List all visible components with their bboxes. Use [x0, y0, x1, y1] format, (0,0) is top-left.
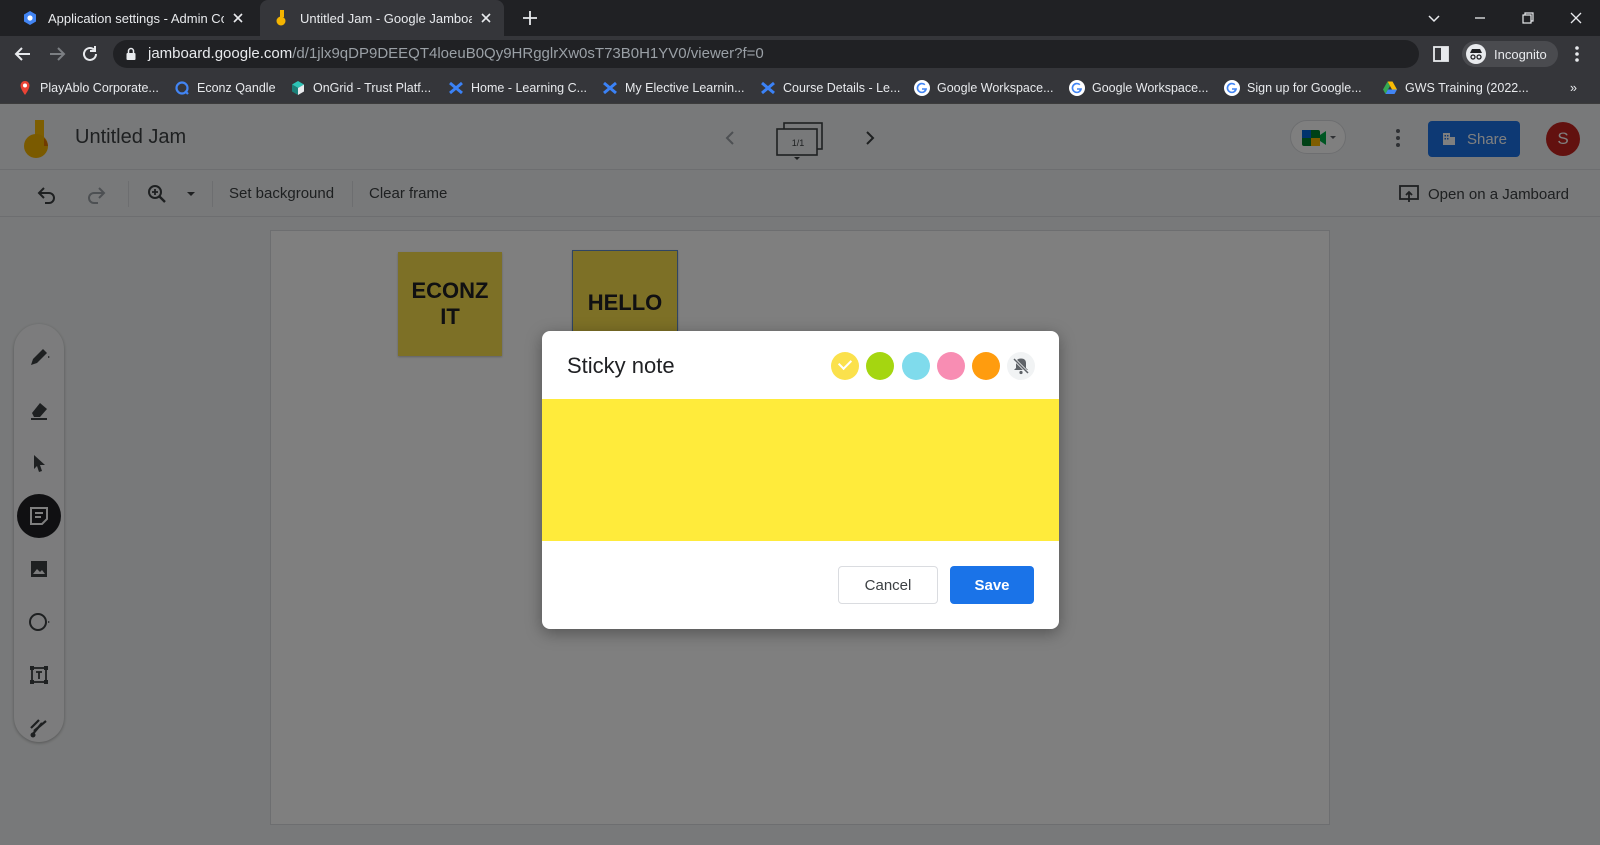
bookmarks-bar: PlayAblo Corporate... Econz Qandle OnGri…	[0, 72, 1600, 104]
color-swatch-yellow[interactable]	[831, 352, 859, 380]
ongrid-cube-icon	[292, 81, 304, 95]
close-window-icon[interactable]	[1566, 8, 1586, 28]
save-button[interactable]: Save	[950, 566, 1034, 604]
tab-search-chevron-icon[interactable]	[1424, 8, 1444, 28]
lock-icon[interactable]	[124, 47, 138, 61]
bookmark-econz-qandle[interactable]: Econz Qandle	[174, 78, 276, 98]
google-g-icon	[914, 80, 930, 96]
bookmark-home-learning[interactable]: Home - Learning C...	[448, 78, 587, 98]
bookmark-label: Home - Learning C...	[471, 81, 588, 95]
close-tab-icon[interactable]	[478, 10, 494, 26]
bookmark-label: GWS Training (2022...	[1405, 81, 1529, 95]
back-arrow-icon[interactable]	[12, 43, 34, 65]
bookmark-label: OnGrid - Trust Platf...	[313, 81, 432, 95]
bookmark-label: My Elective Learnin...	[625, 81, 745, 95]
sticky-note-dialog: Sticky note Cancel Save	[542, 331, 1059, 629]
bookmark-label: Sign up for Google...	[1247, 81, 1362, 95]
bookmark-label: Course Details - Le...	[783, 81, 901, 95]
color-swatch-blue[interactable]	[902, 352, 930, 380]
x-logo-icon	[603, 81, 617, 95]
cancel-button[interactable]: Cancel	[838, 566, 938, 604]
bookmark-playablo[interactable]: PlayAblo Corporate...	[17, 78, 159, 98]
google-drive-icon	[1383, 81, 1397, 94]
minimize-window-icon[interactable]	[1470, 8, 1490, 28]
bookmark-ongrid[interactable]: OnGrid - Trust Platf...	[290, 78, 431, 98]
close-tab-icon[interactable]	[230, 10, 246, 26]
incognito-icon	[1466, 44, 1486, 64]
admin-console-favicon-icon	[24, 11, 36, 25]
jamboard-favicon-icon	[276, 10, 286, 26]
color-swatch-green[interactable]	[866, 352, 894, 380]
incognito-badge[interactable]: Incognito	[1462, 41, 1558, 67]
forward-arrow-icon[interactable]	[46, 43, 68, 65]
bookmark-gws-training[interactable]: GWS Training (2022...	[1382, 78, 1529, 98]
reload-icon[interactable]	[79, 43, 101, 65]
new-tab-plus-icon[interactable]	[520, 8, 540, 28]
tab-title: Untitled Jam - Google Jamboard	[300, 10, 472, 26]
no-color-icon[interactable]	[1007, 352, 1035, 380]
tab-admin-console[interactable]: Application settings - Admin Con	[8, 0, 256, 36]
bookmark-label: Econz Qandle	[197, 81, 276, 95]
bookmark-my-elective[interactable]: My Elective Learnin...	[602, 78, 745, 98]
bookmark-google-workspace-1[interactable]: Google Workspace...	[914, 78, 1054, 98]
side-panel-icon[interactable]	[1430, 43, 1452, 65]
url-path: /d/1jlx9qDP9DEEQT4loeuB0Qy9HRgglrXw0sT73…	[292, 45, 764, 62]
tab-jamboard[interactable]: Untitled Jam - Google Jamboard	[260, 0, 504, 36]
qandle-q-icon	[175, 81, 189, 95]
map-pin-icon	[20, 81, 30, 95]
x-logo-icon	[449, 81, 463, 95]
bookmark-label: Google Workspace...	[1092, 81, 1209, 95]
browser-menu-kebab-icon[interactable]	[1566, 43, 1588, 65]
sticky-note-text-input[interactable]	[542, 399, 1059, 541]
browser-tab-strip: Application settings - Admin Con Untitle…	[0, 0, 1600, 36]
x-logo-icon	[761, 81, 775, 95]
dialog-title: Sticky note	[567, 353, 675, 378]
url-host: jamboard.google.com	[148, 45, 293, 62]
restore-window-icon[interactable]	[1518, 8, 1538, 28]
tab-title: Application settings - Admin Con	[48, 10, 224, 26]
incognito-label: Incognito	[1494, 46, 1547, 62]
url-text[interactable]: jamboard.google.com/d/1jlx9qDP9DEEQT4loe…	[148, 45, 764, 62]
bookmark-sign-up-google[interactable]: Sign up for Google...	[1224, 78, 1362, 98]
color-swatch-orange[interactable]	[972, 352, 1000, 380]
google-g-icon	[1069, 80, 1085, 96]
bookmark-label: Google Workspace...	[937, 81, 1054, 95]
bookmarks-overflow[interactable]: »	[1570, 78, 1577, 98]
bookmark-google-workspace-2[interactable]: Google Workspace...	[1069, 78, 1209, 98]
bookmark-label: PlayAblo Corporate...	[40, 81, 159, 95]
google-g-icon	[1224, 80, 1240, 96]
bookmark-course-details[interactable]: Course Details - Le...	[760, 78, 900, 98]
color-swatch-pink[interactable]	[937, 352, 965, 380]
